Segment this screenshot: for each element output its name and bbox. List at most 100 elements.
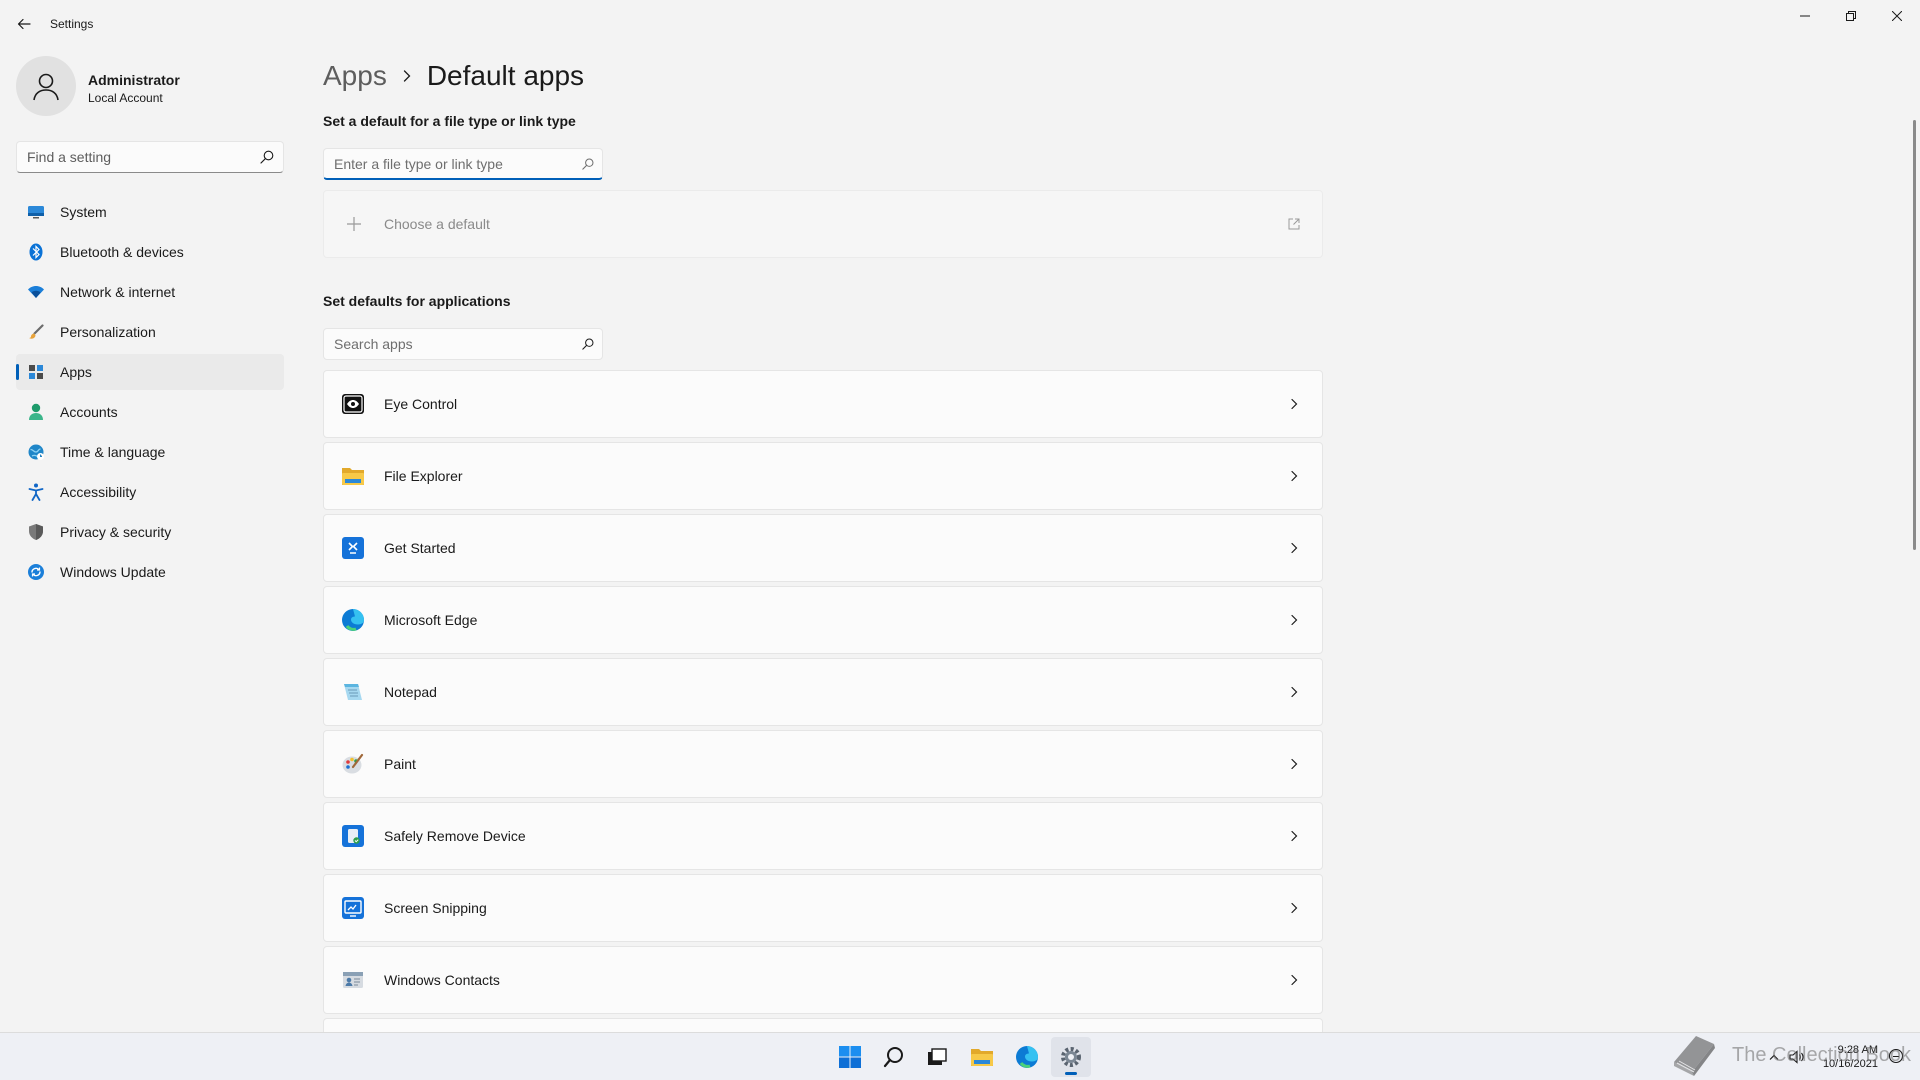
sidebar-item-label: Windows Update bbox=[60, 564, 166, 580]
chevron-right-icon bbox=[1266, 830, 1322, 842]
app-row-paint[interactable]: Paint bbox=[323, 730, 1323, 798]
profile-account-type: Local Account bbox=[88, 91, 163, 105]
app-label: Microsoft Edge bbox=[384, 612, 478, 628]
restore-icon bbox=[1846, 11, 1856, 21]
taskbar-search-button[interactable] bbox=[874, 1037, 914, 1077]
app-row-file-explorer[interactable]: File Explorer bbox=[323, 442, 1323, 510]
accessibility-icon bbox=[26, 482, 46, 502]
breadcrumb: Apps Default apps bbox=[323, 56, 584, 96]
chevron-right-icon bbox=[1266, 686, 1322, 698]
page-title: Default apps bbox=[426, 60, 585, 91]
sidebar-item-accessibility[interactable]: Accessibility bbox=[16, 474, 284, 510]
sidebar-item-label: Privacy & security bbox=[60, 524, 172, 540]
task-view-button[interactable] bbox=[917, 1037, 957, 1077]
sidebar-item-label: Apps bbox=[60, 364, 92, 380]
profile-name: Administrator bbox=[88, 72, 180, 88]
app-row-partial[interactable] bbox=[323, 1018, 1323, 1032]
open-external-icon bbox=[1266, 218, 1322, 230]
app-row-eye-control[interactable]: Eye Control bbox=[323, 370, 1323, 438]
sidebar-item-label: Personalization bbox=[60, 324, 156, 340]
accounts-icon bbox=[26, 402, 46, 422]
sidebar-item-label: Accounts bbox=[60, 404, 118, 420]
apps-search-input[interactable] bbox=[324, 336, 574, 352]
file-type-input[interactable] bbox=[324, 155, 574, 172]
file-explorer-icon bbox=[971, 1049, 993, 1066]
network-icon bbox=[26, 282, 46, 302]
app-label: Screen Snipping bbox=[384, 900, 487, 916]
edge-icon bbox=[1016, 1046, 1038, 1068]
chevron-right-icon bbox=[1266, 542, 1322, 554]
apps-search-box[interactable] bbox=[323, 328, 603, 360]
sidebar-item-personalization[interactable]: Personalization bbox=[16, 314, 284, 350]
notepad-icon bbox=[340, 679, 366, 705]
taskbar-settings-button[interactable] bbox=[1051, 1037, 1091, 1077]
sidebar-item-network-internet[interactable]: Network & internet bbox=[16, 274, 284, 310]
paint-icon bbox=[340, 751, 366, 777]
close-button[interactable] bbox=[1874, 0, 1920, 32]
app-label: Notepad bbox=[384, 684, 437, 700]
brush-icon bbox=[26, 322, 46, 342]
chevron-right-icon bbox=[1266, 974, 1322, 986]
app-row-windows-contacts[interactable]: Windows Contacts bbox=[323, 946, 1323, 1014]
minimize-button[interactable] bbox=[1782, 0, 1828, 32]
update-icon bbox=[26, 562, 46, 582]
book-icon bbox=[1674, 1036, 1715, 1076]
taskbar: 9:28 AM 10/16/2021 bbox=[0, 1032, 1920, 1080]
app-row-screen-snipping[interactable]: Screen Snipping bbox=[323, 874, 1323, 942]
start-button[interactable] bbox=[830, 1037, 870, 1077]
watermark-text: The Collection Book bbox=[1732, 1043, 1911, 1066]
title-bar: Settings bbox=[0, 0, 1920, 48]
safely-remove-icon bbox=[340, 823, 366, 849]
chevron-right-icon bbox=[403, 69, 411, 83]
search-icon[interactable] bbox=[251, 142, 283, 172]
apps-section-title: Set defaults for applications bbox=[323, 293, 511, 309]
task-view-icon bbox=[928, 1048, 947, 1065]
settings-search-box[interactable] bbox=[16, 141, 284, 173]
settings-icon bbox=[1061, 1047, 1081, 1067]
user-profile[interactable]: Administrator Local Account bbox=[16, 56, 286, 116]
time-language-icon bbox=[26, 442, 46, 462]
taskbar-edge-button[interactable] bbox=[1007, 1037, 1047, 1077]
sidebar-item-apps[interactable]: Apps bbox=[16, 354, 284, 390]
avatar bbox=[16, 56, 76, 116]
app-label: Get Started bbox=[384, 540, 456, 556]
sidebar-item-label: Network & internet bbox=[60, 284, 176, 300]
choose-default-card: Choose a default bbox=[323, 190, 1323, 258]
file-type-search-box[interactable] bbox=[323, 148, 603, 180]
search-icon[interactable] bbox=[574, 329, 602, 359]
start-icon bbox=[839, 1046, 861, 1068]
back-button[interactable] bbox=[10, 12, 38, 36]
chevron-right-icon bbox=[1266, 758, 1322, 770]
back-arrow-icon bbox=[17, 18, 31, 30]
plus-icon bbox=[324, 216, 384, 232]
app-row-notepad[interactable]: Notepad bbox=[323, 658, 1323, 726]
settings-search-input[interactable] bbox=[17, 149, 251, 165]
sidebar-item-windows-update[interactable]: Windows Update bbox=[16, 554, 284, 590]
app-label: Windows Contacts bbox=[384, 972, 500, 988]
taskbar-file-explorer-button[interactable] bbox=[962, 1037, 1002, 1077]
sidebar-item-system[interactable]: System bbox=[16, 194, 284, 230]
app-list: Eye Control File Explorer Get Started Mi… bbox=[323, 370, 1323, 1032]
sidebar-item-accounts[interactable]: Accounts bbox=[16, 394, 284, 430]
sidebar-item-bluetooth-devices[interactable]: Bluetooth & devices bbox=[16, 234, 284, 270]
vertical-scrollbar[interactable] bbox=[1913, 120, 1916, 550]
app-label: Paint bbox=[384, 756, 416, 772]
search-icon[interactable] bbox=[574, 149, 602, 179]
shield-icon bbox=[26, 522, 46, 542]
file-explorer-icon bbox=[340, 463, 366, 489]
app-row-safely-remove-device[interactable]: Safely Remove Device bbox=[323, 802, 1323, 870]
restore-button[interactable] bbox=[1828, 0, 1874, 32]
get-started-icon bbox=[340, 535, 366, 561]
sidebar-item-label: System bbox=[60, 204, 107, 220]
sidebar-nav: System Bluetooth & devices Network & int… bbox=[16, 194, 284, 594]
sidebar-item-time-language[interactable]: Time & language bbox=[16, 434, 284, 470]
app-row-microsoft-edge[interactable]: Microsoft Edge bbox=[323, 586, 1323, 654]
app-row-get-started[interactable]: Get Started bbox=[323, 514, 1323, 582]
sidebar-item-label: Bluetooth & devices bbox=[60, 244, 184, 260]
app-label: Safely Remove Device bbox=[384, 828, 526, 844]
sidebar-item-privacy-security[interactable]: Privacy & security bbox=[16, 514, 284, 550]
choose-default-label: Choose a default bbox=[384, 216, 490, 232]
breadcrumb-apps-link[interactable]: Apps bbox=[323, 60, 387, 92]
app-label: Eye Control bbox=[384, 396, 458, 412]
system-icon bbox=[26, 202, 46, 222]
